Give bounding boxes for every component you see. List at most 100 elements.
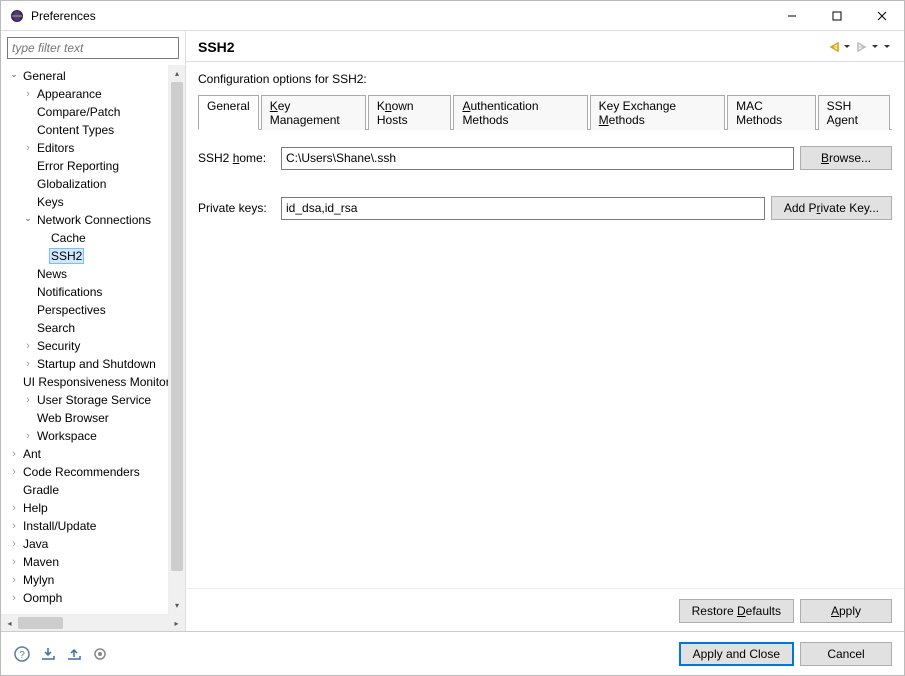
private-keys-input[interactable] xyxy=(281,197,765,220)
tree-item[interactable]: UI Responsiveness Monitoring xyxy=(1,373,168,391)
tab[interactable]: Key Management xyxy=(261,95,366,130)
tree-item[interactable]: ›Mylyn xyxy=(1,571,168,589)
tree-item[interactable]: SSH2 xyxy=(1,247,168,265)
import-icon[interactable] xyxy=(39,645,57,663)
tree-item[interactable]: ›Appearance xyxy=(1,85,168,103)
back-menu-icon[interactable] xyxy=(842,39,852,55)
tab[interactable]: General xyxy=(198,95,259,130)
tree-item-label: UI Responsiveness Monitoring xyxy=(21,375,168,389)
expander-closed-icon[interactable]: › xyxy=(7,466,21,478)
view-menu-icon[interactable] xyxy=(882,39,892,55)
hscroll-thumb[interactable] xyxy=(18,617,63,629)
forward-icon[interactable] xyxy=(854,39,870,55)
close-button[interactable] xyxy=(859,1,904,30)
filter-input[interactable] xyxy=(8,38,178,58)
titlebar: Preferences xyxy=(1,1,904,31)
tab[interactable]: SSH Agent xyxy=(818,95,890,130)
expander-closed-icon[interactable]: › xyxy=(21,340,35,352)
tree-item[interactable]: ›Code Recommenders xyxy=(1,463,168,481)
tree-item[interactable]: Keys xyxy=(1,193,168,211)
tab[interactable]: Authentication Methods xyxy=(453,95,587,130)
apply-and-close-button[interactable]: Apply and Close xyxy=(679,642,794,666)
tree-item[interactable]: Cache xyxy=(1,229,168,247)
tree-item[interactable]: Globalization xyxy=(1,175,168,193)
maximize-button[interactable] xyxy=(814,1,859,30)
expander-closed-icon[interactable]: › xyxy=(21,358,35,370)
expander-closed-icon[interactable]: › xyxy=(7,556,21,568)
tree-item[interactable]: ›Security xyxy=(1,337,168,355)
page-title: SSH2 xyxy=(198,39,826,55)
oomph-icon[interactable] xyxy=(91,645,109,663)
ssh2-home-input[interactable] xyxy=(281,147,794,170)
back-icon[interactable] xyxy=(826,39,842,55)
tab[interactable]: Key Exchange Methods xyxy=(590,95,725,130)
tree-item-label: Security xyxy=(35,339,82,353)
tree-item[interactable]: ›Help xyxy=(1,499,168,517)
help-icon[interactable]: ? xyxy=(13,645,31,663)
expander-closed-icon[interactable]: › xyxy=(7,574,21,586)
tab[interactable]: Known Hosts xyxy=(368,95,452,130)
tree-item[interactable]: Perspectives xyxy=(1,301,168,319)
tree-item[interactable]: ›Editors xyxy=(1,139,168,157)
filter-field[interactable] xyxy=(7,37,179,59)
vertical-scrollbar[interactable]: ▴ ▾ xyxy=(168,65,185,614)
svg-text:?: ? xyxy=(19,650,25,661)
tree-item[interactable]: ⌄Network Connections xyxy=(1,211,168,229)
tree-item-label: Web Browser xyxy=(35,411,111,425)
expander-closed-icon[interactable]: › xyxy=(7,592,21,604)
minimize-button[interactable] xyxy=(769,1,814,30)
scroll-up-icon[interactable]: ▴ xyxy=(169,65,185,82)
tree-item[interactable]: News xyxy=(1,265,168,283)
tree-item[interactable]: ›Maven xyxy=(1,553,168,571)
scroll-down-icon[interactable]: ▾ xyxy=(169,597,185,614)
scroll-right-icon[interactable]: ▸ xyxy=(168,615,185,631)
tree-item-label: Error Reporting xyxy=(35,159,121,173)
preferences-tree[interactable]: ⌄General›AppearanceCompare/PatchContent … xyxy=(1,65,168,614)
expander-closed-icon[interactable]: › xyxy=(7,520,21,532)
cancel-button[interactable]: Cancel xyxy=(800,642,892,666)
tree-item[interactable]: ›Startup and Shutdown xyxy=(1,355,168,373)
tree-item-label: Keys xyxy=(35,195,66,209)
expander-closed-icon[interactable]: › xyxy=(7,448,21,460)
tree-item[interactable]: ›Java xyxy=(1,535,168,553)
expander-open-icon[interactable]: ⌄ xyxy=(7,69,21,80)
tree-item[interactable]: ›User Storage Service xyxy=(1,391,168,409)
export-icon[interactable] xyxy=(65,645,83,663)
tree-item[interactable]: Gradle xyxy=(1,481,168,499)
expander-closed-icon[interactable]: › xyxy=(7,502,21,514)
expander-closed-icon[interactable]: › xyxy=(21,142,35,154)
restore-defaults-button[interactable]: Restore Defaults xyxy=(679,599,794,623)
expander-open-icon[interactable]: ⌄ xyxy=(21,213,35,224)
tree-item[interactable]: Content Types xyxy=(1,121,168,139)
tree-item[interactable]: Search xyxy=(1,319,168,337)
tab[interactable]: MAC Methods xyxy=(727,95,815,130)
tree-item-label: Compare/Patch xyxy=(35,105,122,119)
horizontal-scrollbar[interactable]: ◂ ▸ xyxy=(1,614,185,631)
expander-closed-icon[interactable]: › xyxy=(7,538,21,550)
tree-item[interactable]: ›Ant xyxy=(1,445,168,463)
tree-item-label: Maven xyxy=(21,555,61,569)
tree-item[interactable]: ⌄General xyxy=(1,67,168,85)
tree-item[interactable]: Notifications xyxy=(1,283,168,301)
tree-item[interactable]: Web Browser xyxy=(1,409,168,427)
expander-closed-icon[interactable]: › xyxy=(21,394,35,406)
expander-closed-icon[interactable]: › xyxy=(21,88,35,100)
tree-item[interactable]: ›Install/Update xyxy=(1,517,168,535)
apply-button[interactable]: Apply xyxy=(800,599,892,623)
tree-item[interactable]: Compare/Patch xyxy=(1,103,168,121)
tree-item[interactable]: ›Workspace xyxy=(1,427,168,445)
forward-menu-icon[interactable] xyxy=(870,39,880,55)
scroll-left-icon[interactable]: ◂ xyxy=(1,615,18,631)
tree-item-label: News xyxy=(35,267,69,281)
tree-item-label: General xyxy=(21,69,68,83)
tree-item[interactable]: Error Reporting xyxy=(1,157,168,175)
add-private-key-button[interactable]: Add Private Key... xyxy=(771,196,892,220)
expander-closed-icon[interactable]: › xyxy=(21,430,35,442)
browse-button[interactable]: Browse... xyxy=(800,146,892,170)
tree-item-label: SSH2 xyxy=(49,248,84,264)
page-subtitle: Configuration options for SSH2: xyxy=(186,62,904,94)
tree-item[interactable]: ›Oomph xyxy=(1,589,168,607)
tree-item-label: Search xyxy=(35,321,77,335)
scroll-thumb[interactable] xyxy=(171,82,183,571)
tree-item-label: Startup and Shutdown xyxy=(35,357,158,371)
